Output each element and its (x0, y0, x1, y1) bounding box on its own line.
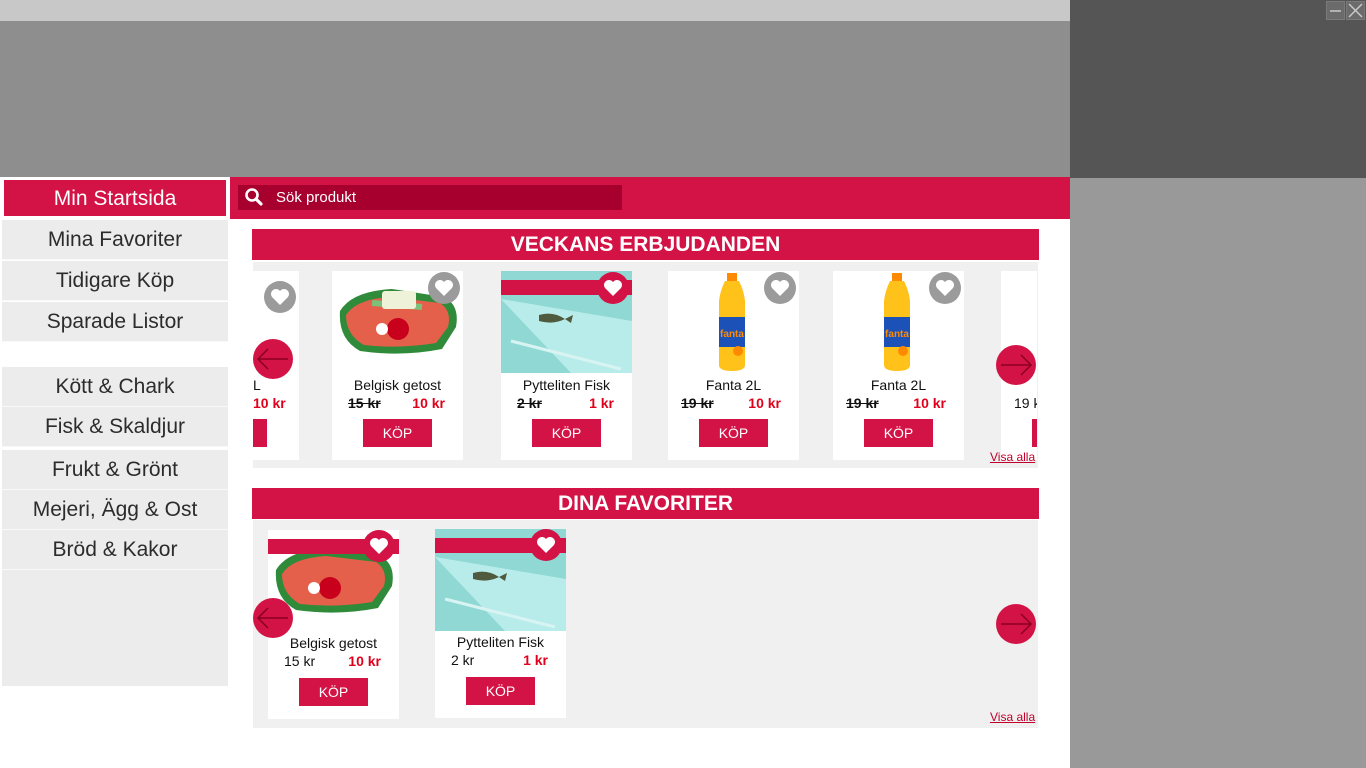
banner-area (0, 21, 1070, 177)
product-name: L (253, 377, 261, 393)
product-card: fanta Fanta 2L 19 kr 10 kr KÖP (668, 271, 799, 460)
product-name: Pytteliten Fisk (522, 377, 611, 393)
minimize-button[interactable] (1326, 1, 1345, 20)
product-card: Pytteliten Fisk 2 kr 1 kr KÖP (435, 529, 566, 718)
minimize-icon (1330, 10, 1341, 12)
product-name: Belgisk getost (289, 635, 378, 651)
close-icon (1348, 3, 1363, 18)
search-input[interactable] (276, 185, 616, 210)
product-new-price: 10 kr (253, 395, 286, 411)
svg-text:fanta: fanta (720, 329, 744, 340)
search-bar (230, 177, 1070, 219)
sidebar-item-mina-favoriter[interactable]: Mina Favoriter (2, 220, 228, 260)
sidebar-item-tidigare-kop[interactable]: Tidigare Köp (2, 261, 228, 301)
right-panel-top (1070, 0, 1366, 178)
product-old-price: 19 kr (846, 395, 879, 411)
favorite-heart-button[interactable] (929, 272, 961, 304)
buy-button-partial[interactable] (253, 419, 267, 447)
sidebar-item-frukt-gront[interactable]: Frukt & Grönt (2, 450, 228, 490)
carousel-prev-button[interactable] (253, 339, 293, 379)
product-old-price: 2 kr (517, 395, 542, 411)
buy-button[interactable]: KÖP (466, 677, 535, 705)
arrow-left-icon (256, 348, 288, 370)
favorites-next-button[interactable] (996, 604, 1036, 644)
favorite-heart-button[interactable] (264, 281, 296, 313)
arrow-left-icon (256, 607, 288, 629)
see-all-offers-link[interactable]: Visa alla (990, 450, 1035, 464)
sidebar-item-min-startsida[interactable]: Min Startsida (2, 178, 228, 218)
search-box[interactable] (238, 185, 622, 210)
right-panel (1070, 178, 1366, 768)
buy-button[interactable]: KÖP (363, 419, 432, 447)
see-all-favorites-link[interactable]: Visa alla (990, 710, 1035, 724)
product-card: Pytteliten Fisk 2 kr 1 kr KÖP (501, 271, 632, 460)
product-name: Fanta 2L (705, 377, 762, 393)
title-bar (0, 0, 1070, 21)
sidebar-item-fisk-skaldjur[interactable]: Fisk & Skaldjur (2, 407, 228, 447)
buy-button[interactable]: KÖP (699, 419, 768, 447)
buy-button[interactable]: KÖP (299, 678, 368, 706)
favorites-carousel: Belgisk getost 15 kr 10 kr KÖP Pyttelite… (253, 520, 1038, 728)
product-old-price: 15 kr (348, 395, 381, 411)
product-new-price: 10 kr (748, 395, 781, 411)
sidebar-item-sparade-listor[interactable]: Sparade Listor (2, 302, 228, 342)
favorite-heart-button[interactable] (597, 272, 629, 304)
favorite-heart-button[interactable] (764, 272, 796, 304)
heart-icon (370, 538, 388, 554)
product-card: fanta Fanta 2L 19 kr 10 kr KÖP (833, 271, 964, 460)
arrow-right-icon (1001, 354, 1033, 376)
offers-title: VECKANS ERBJUDANDEN (252, 229, 1039, 260)
product-new-price: 10 kr (412, 395, 445, 411)
product-name: Belgisk getost (353, 377, 442, 393)
favorites-title: DINA FAVORITER (252, 488, 1039, 519)
buy-button[interactable]: KÖP (864, 419, 933, 447)
buy-button-partial[interactable] (1032, 419, 1037, 447)
heart-icon (604, 280, 622, 296)
carousel-next-button[interactable] (996, 345, 1036, 385)
product-old-price: 15 kr (284, 653, 316, 669)
buy-button[interactable]: KÖP (532, 419, 601, 447)
heart-icon (271, 289, 289, 305)
heart-icon (537, 537, 555, 553)
heart-icon (771, 280, 789, 296)
sidebar-item-kott-chark[interactable]: Kött & Chark (2, 367, 228, 407)
favorite-heart-button[interactable] (530, 529, 562, 561)
close-button[interactable] (1346, 1, 1365, 20)
favorites-prev-button[interactable] (253, 598, 293, 638)
sidebar-item-mejeri-agg-ost[interactable]: Mejeri, Ägg & Ost (2, 490, 228, 530)
product-new-price: 1 kr (523, 652, 548, 668)
product-new-price: 1 kr (589, 395, 614, 411)
heart-icon (435, 280, 453, 296)
product-new-price: 10 kr (913, 395, 946, 411)
arrow-right-icon (1001, 613, 1033, 635)
product-old-price: 19 kr (1014, 395, 1037, 411)
favorite-heart-button[interactable] (363, 530, 395, 562)
product-new-price: 10 kr (348, 653, 381, 669)
product-old-price: 19 kr (681, 395, 714, 411)
product-card: Belgisk getost 15 kr 10 kr KÖP (332, 271, 463, 460)
offers-carousel: L 10 kr Belgisk getost 15 kr 10 kr KÖP P… (253, 262, 1038, 468)
svg-text:fanta: fanta (885, 329, 909, 340)
product-name: Fanta 2L (870, 377, 927, 393)
product-name: Pytteliten Fisk (456, 634, 545, 650)
favorite-heart-button[interactable] (428, 272, 460, 304)
product-old-price: 2 kr (451, 652, 475, 668)
search-icon (245, 188, 263, 206)
heart-icon (936, 280, 954, 296)
sidebar-item-brod-kakor[interactable]: Bröd & Kakor (2, 530, 228, 570)
